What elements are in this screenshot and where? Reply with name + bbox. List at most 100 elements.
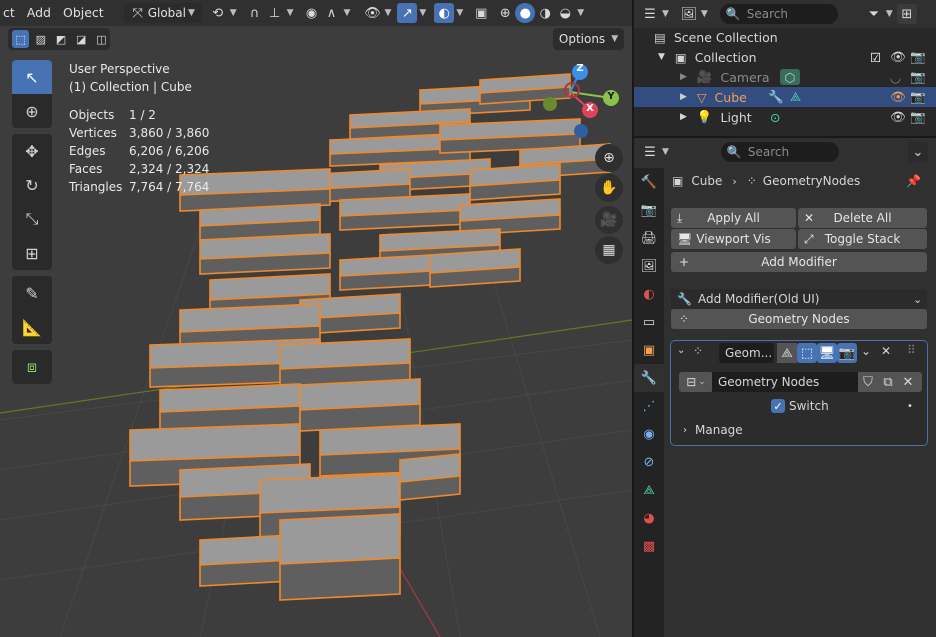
options-dropdown[interactable]: Options ▼: [553, 28, 624, 50]
camera-data-icon[interactable]: ⬡: [780, 69, 800, 85]
toggle-stack-button[interactable]: ⤢ Toggle Stack: [798, 229, 927, 249]
pin-icon[interactable]: 📌: [906, 174, 921, 188]
chevron-down-icon[interactable]: ▼: [344, 8, 351, 18]
render-tab-icon[interactable]: 📷: [634, 196, 664, 224]
filter-icon[interactable]: ⏷: [864, 4, 884, 24]
world-tab-icon[interactable]: ▭: [634, 308, 664, 336]
chevron-down-icon[interactable]: ▼: [230, 8, 237, 18]
eye-icon[interactable]: 👁: [890, 49, 906, 65]
snap-icon[interactable]: ∩: [245, 3, 265, 23]
chevron-right-icon[interactable]: ▶: [680, 92, 687, 102]
chevron-down-icon[interactable]: ▼: [419, 8, 426, 18]
modifier-name-field[interactable]: Geom...: [719, 343, 774, 363]
chevron-right-icon[interactable]: ▶: [680, 112, 687, 122]
gizmo-z-label[interactable]: Z: [575, 63, 585, 74]
transform-tool[interactable]: ⊞: [12, 236, 52, 270]
output-tab-icon[interactable]: 🖨: [634, 224, 664, 252]
select-extend-icon[interactable]: ▨: [32, 30, 49, 48]
node-group-browse[interactable]: ⊟ ⌄: [679, 372, 713, 392]
constraints-tab-icon[interactable]: ⊘: [634, 448, 664, 476]
collection-row[interactable]: ▼ ▣ Collection ☑ 👁 📷: [634, 47, 936, 67]
chevron-down-icon[interactable]: ▼: [384, 8, 391, 18]
light-data-icon[interactable]: ⊙: [770, 110, 780, 125]
apply-all-button[interactable]: ⤓ Apply All: [671, 208, 796, 228]
checkbox-icon[interactable]: ☑: [870, 50, 881, 65]
add-modifier-old-dropdown[interactable]: 🔧 Add Modifier(Old UI) ⌄: [671, 289, 927, 309]
chevron-down-icon[interactable]: ▼: [658, 52, 665, 62]
geometry-nodes-button[interactable]: ⁘ Geometry Nodes: [671, 309, 927, 329]
chevron-right-icon[interactable]: ▶: [680, 72, 687, 82]
outliner-search-input[interactable]: 🔍 Search: [719, 4, 838, 24]
chevron-down-icon[interactable]: ⌄: [861, 344, 871, 358]
modifier-tab-icon[interactable]: 🔧: [634, 364, 664, 392]
camera-view-icon[interactable]: 🎥: [595, 206, 623, 234]
keyframe-dot-icon[interactable]: •: [907, 401, 913, 412]
switch-checkbox-row[interactable]: ✓ Switch: [771, 399, 829, 413]
menu-select[interactable]: ct: [0, 2, 21, 24]
eye-hidden-icon[interactable]: ◡: [890, 70, 901, 85]
overlay-toggle-icon[interactable]: ◐: [434, 3, 455, 23]
camera-row[interactable]: ▶ 🎥 Camera ⬡ ◡ 📷: [634, 67, 936, 87]
chevron-down-icon[interactable]: ▼: [456, 8, 463, 18]
tool-tab-icon[interactable]: 🔨: [634, 168, 664, 196]
render-camera-icon[interactable]: 📷: [910, 109, 926, 125]
select-subtract-icon[interactable]: ◩: [52, 30, 69, 48]
chevron-down-icon[interactable]: ▼: [577, 8, 584, 18]
rendered-shading-icon[interactable]: ◒: [555, 3, 575, 23]
duplicate-icon[interactable]: ⧉: [878, 372, 898, 392]
wrench-icon[interactable]: 🔧: [768, 89, 784, 105]
properties-search-input[interactable]: 🔍 Search: [720, 142, 839, 162]
gizmo-x-label[interactable]: X: [585, 103, 595, 114]
scene-tab-icon[interactable]: ◐: [634, 280, 664, 308]
pan-hand-icon[interactable]: ✋: [595, 174, 623, 202]
render-camera-icon[interactable]: 📷: [910, 49, 926, 65]
orientation-dropdown[interactable]: ⤧ Global ▼: [123, 3, 202, 23]
display-mode-icon[interactable]: 🖼: [679, 4, 699, 24]
checkbox-checked-icon[interactable]: ✓: [771, 399, 785, 413]
scale-tool[interactable]: ⤡: [12, 202, 52, 236]
chevron-down-icon[interactable]: ▼: [662, 9, 669, 19]
delete-all-button[interactable]: ✕ Delete All: [798, 208, 927, 228]
on-cage-icon[interactable]: ⬚: [797, 343, 817, 363]
material-tab-icon[interactable]: ◕: [634, 504, 664, 532]
xray-icon[interactable]: ▣: [471, 3, 491, 23]
add-cube-tool[interactable]: ⧈: [12, 350, 52, 384]
chevron-down-icon[interactable]: ▼: [886, 9, 893, 19]
move-tool[interactable]: ✥: [12, 134, 52, 168]
zoom-icon[interactable]: ⊕: [595, 144, 623, 172]
3d-viewport[interactable]: Z Y X ct Add Object ⤧ Global ▼ ⟲ ▼ ∩ ⊥ ▼ ◉…: [0, 0, 632, 637]
realtime-display-icon[interactable]: 🖥: [817, 343, 837, 363]
wireframe-shading-icon[interactable]: ⊕: [495, 3, 515, 23]
particles-tab-icon[interactable]: ⋰: [634, 392, 664, 420]
cursor-tool[interactable]: ⊕: [12, 94, 52, 128]
render-camera-icon[interactable]: 📷: [910, 69, 926, 85]
data-tab-icon[interactable]: ⟁: [634, 476, 664, 504]
gizmo-toggle-icon[interactable]: ↗: [397, 3, 418, 23]
viewport-vis-button[interactable]: 🖥 Viewport Vis: [671, 229, 796, 249]
select-new-icon[interactable]: ⬚: [12, 30, 30, 48]
editor-type-icon[interactable]: ☰: [640, 4, 660, 24]
add-modifier-button[interactable]: + Add Modifier: [671, 252, 927, 272]
eye-icon[interactable]: 👁: [890, 109, 906, 125]
menu-add[interactable]: Add: [21, 2, 57, 24]
unlink-icon[interactable]: ✕: [898, 372, 918, 392]
cube-row[interactable]: ▶ ▽ Cube 🔧 ⟁ 👁 📷: [634, 87, 936, 107]
scene-collection-row[interactable]: ▤ Scene Collection: [634, 27, 936, 47]
solid-shading-icon[interactable]: ●: [515, 3, 536, 23]
editor-type-icon[interactable]: ☰: [640, 142, 660, 162]
render-display-icon[interactable]: 📷: [837, 343, 857, 363]
menu-object[interactable]: Object: [57, 2, 110, 24]
select-intersect-icon[interactable]: ◫: [93, 30, 110, 48]
visibility-eye-icon[interactable]: 👁: [362, 3, 382, 23]
physics-tab-icon[interactable]: ◉: [634, 420, 664, 448]
gizmo-y-label[interactable]: Y: [606, 91, 616, 102]
chevron-down-icon[interactable]: ⌄: [908, 142, 928, 162]
snap-increment-icon[interactable]: ⊥: [265, 3, 285, 23]
texture-tab-icon[interactable]: ▩: [634, 532, 664, 560]
perspective-grid-icon[interactable]: ▦: [595, 236, 623, 264]
proportional-edit-icon[interactable]: ◉: [302, 3, 322, 23]
node-group-field[interactable]: Geometry Nodes: [712, 372, 858, 392]
fake-user-shield-icon[interactable]: ⛉: [858, 372, 878, 392]
chevron-down-icon[interactable]: ▼: [662, 147, 669, 157]
pivot-icon[interactable]: ⟲: [208, 3, 228, 23]
